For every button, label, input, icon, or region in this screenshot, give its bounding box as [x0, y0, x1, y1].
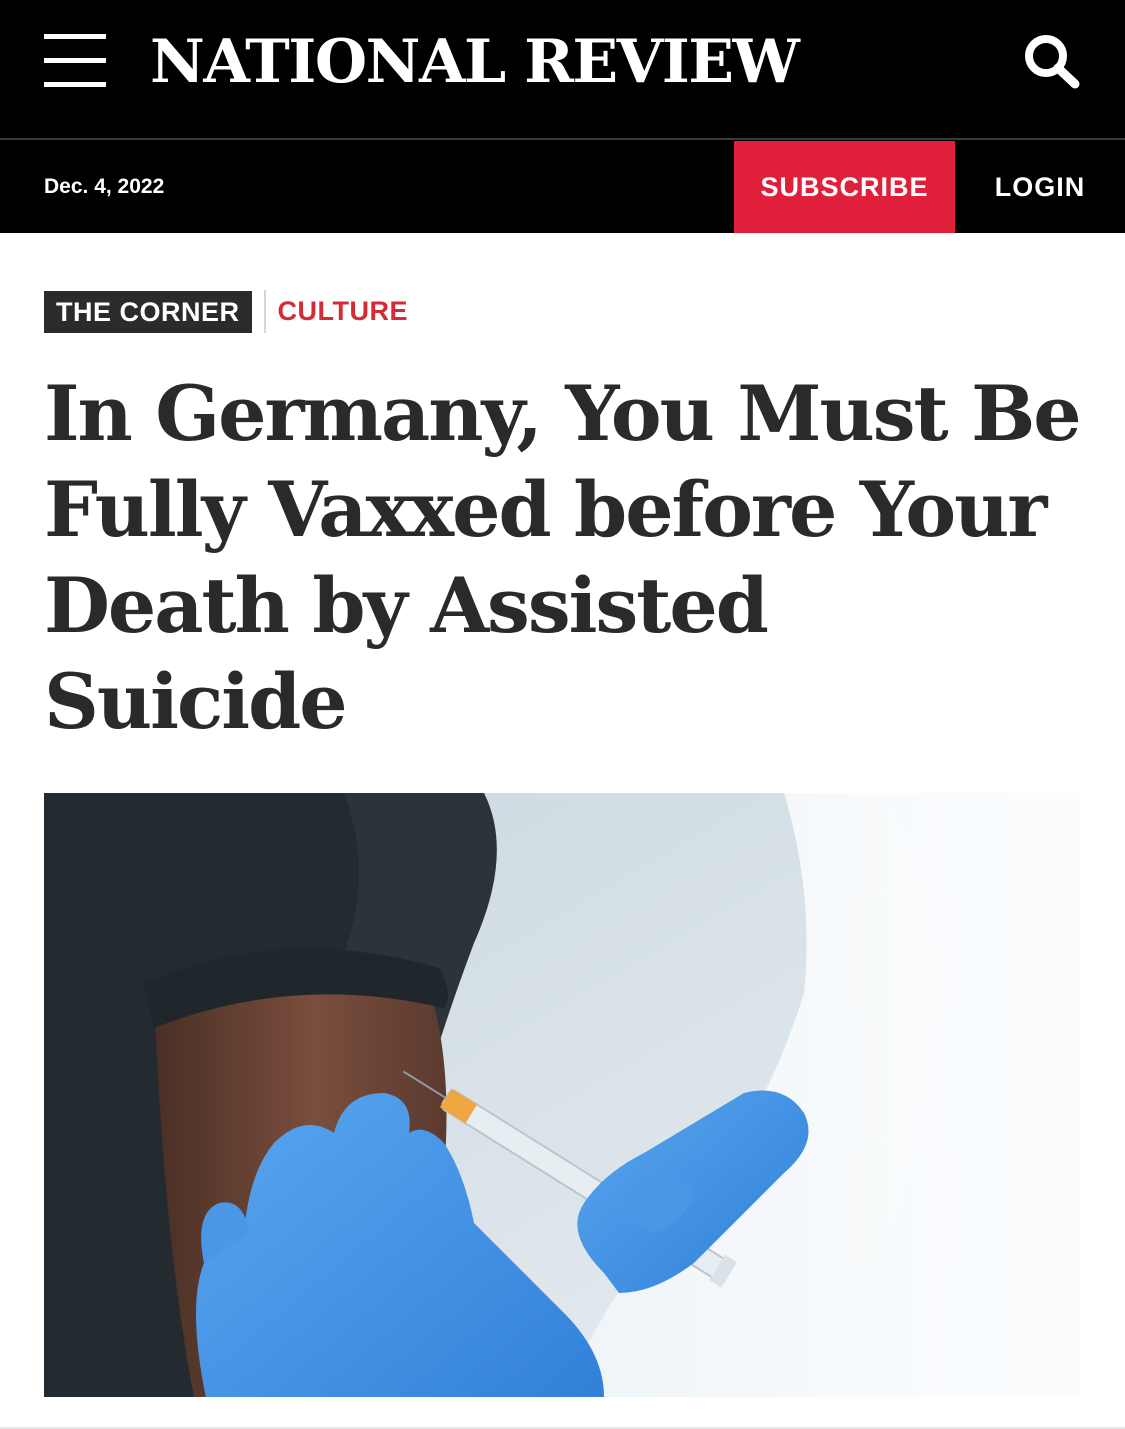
login-button[interactable]: LOGIN — [955, 141, 1125, 233]
hamburger-menu-icon[interactable] — [44, 34, 106, 88]
search-icon[interactable] — [1020, 30, 1084, 90]
date-subscribe-bar: Dec. 4, 2022 SUBSCRIBE LOGIN — [0, 140, 1125, 233]
tag-divider — [263, 290, 266, 333]
menu-bar-bottom — [44, 82, 106, 87]
menu-bar-middle — [44, 58, 106, 63]
article-tags: THE CORNER CULTURE — [44, 290, 408, 333]
article-hero-image — [44, 793, 1081, 1397]
article-headline: In Germany, You Must Be Fully Vaxxed bef… — [44, 369, 1082, 746]
current-date: Dec. 4, 2022 — [44, 175, 165, 198]
category-tag-culture[interactable]: CULTURE — [278, 296, 408, 327]
section-tag-the-corner[interactable]: THE CORNER — [44, 290, 252, 333]
subscribe-button[interactable]: SUBSCRIBE — [734, 141, 955, 233]
menu-bar-top — [44, 34, 106, 39]
masthead: NATIONAL REVIEW — [0, 0, 1125, 140]
site-logo[interactable]: NATIONAL REVIEW — [150, 22, 800, 102]
